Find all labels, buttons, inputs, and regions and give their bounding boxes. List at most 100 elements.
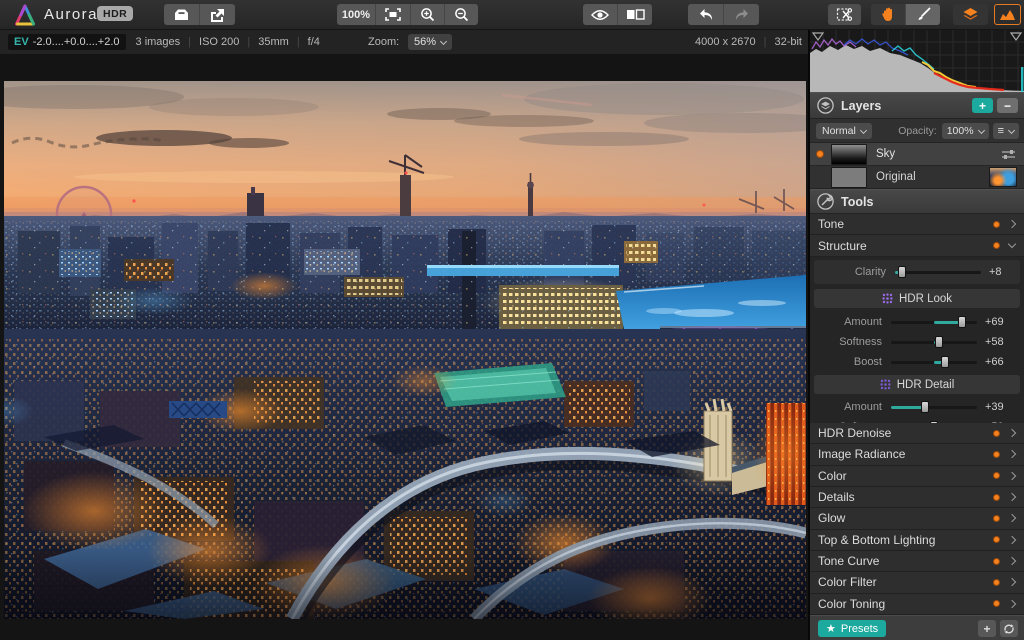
remove-layer-button[interactable]: − bbox=[997, 98, 1018, 113]
hand-tool-button[interactable] bbox=[871, 4, 906, 25]
hdr-look-amount-row: Amount +69 bbox=[810, 312, 1024, 332]
london-cityscape-photo bbox=[4, 81, 806, 619]
hdr-look-header[interactable]: HDR Look bbox=[814, 289, 1020, 308]
layer-adjust-sliders-icon[interactable] bbox=[1001, 149, 1016, 160]
tool-section-color-filter[interactable]: Color Filter bbox=[810, 572, 1024, 593]
original-photo-thumbnail bbox=[989, 167, 1017, 187]
slider-value: +8 bbox=[989, 266, 1015, 278]
hdr-look-boost-row: Boost +66 bbox=[810, 352, 1024, 372]
enabled-dot-icon[interactable] bbox=[993, 558, 1000, 565]
enabled-dot-icon[interactable] bbox=[993, 242, 1000, 249]
tool-sections-list: HDR Denoise Image Radiance Color Details… bbox=[810, 423, 1024, 615]
tool-section-top-bottom-lighting[interactable]: Top & Bottom Lighting bbox=[810, 530, 1024, 551]
histogram-panel[interactable] bbox=[810, 29, 1024, 93]
enabled-dot-icon[interactable] bbox=[993, 221, 1000, 228]
zoom-in-button[interactable] bbox=[411, 4, 445, 25]
tool-section-image-radiance[interactable]: Image Radiance bbox=[810, 444, 1024, 465]
image-dimensions: 4000 x 2670 bbox=[695, 36, 756, 48]
enabled-dot-icon[interactable] bbox=[993, 536, 1000, 543]
blend-mode-select[interactable]: Normal bbox=[816, 123, 872, 139]
tool-section-details[interactable]: Details bbox=[810, 487, 1024, 508]
crop-button[interactable] bbox=[828, 4, 861, 25]
tool-section-label: Tone bbox=[818, 217, 993, 231]
export-button[interactable] bbox=[200, 4, 235, 25]
presets-button[interactable]: ★ Presets bbox=[818, 620, 886, 637]
tools-panel-icon bbox=[817, 193, 834, 210]
layer-row-sky[interactable]: Sky bbox=[810, 143, 1024, 166]
softness-slider-track[interactable] bbox=[891, 341, 977, 344]
ev-range: -2.0....+0.0....+2.0 bbox=[33, 36, 120, 48]
tool-section-structure[interactable]: Structure bbox=[810, 235, 1024, 257]
zoom-out-button[interactable] bbox=[445, 4, 478, 25]
blend-mode-value: Normal bbox=[822, 125, 856, 137]
opacity-select[interactable]: 100% bbox=[942, 123, 989, 139]
enabled-dot-icon[interactable] bbox=[993, 451, 1000, 458]
image-info-bar: EV -2.0....+0.0....+2.0 3 images | ISO 2… bbox=[0, 29, 808, 55]
view-button-group bbox=[583, 4, 652, 25]
amount-slider-handle[interactable] bbox=[958, 316, 966, 328]
zoom-select[interactable]: 56% bbox=[408, 34, 452, 50]
tools-header: Tools bbox=[810, 189, 1024, 214]
tool-section-hdr-denoise[interactable]: HDR Denoise bbox=[810, 423, 1024, 444]
open-button[interactable] bbox=[164, 4, 200, 25]
layers-panel-icon bbox=[817, 97, 834, 114]
amount-slider-handle[interactable] bbox=[921, 401, 929, 413]
refresh-presets-button[interactable] bbox=[1000, 620, 1018, 637]
clarity-slider-handle[interactable] bbox=[898, 266, 906, 278]
layers-toggle-button[interactable] bbox=[953, 4, 988, 25]
separator: | bbox=[247, 36, 250, 48]
zoom-100-button[interactable]: 100% bbox=[337, 4, 376, 25]
photo-canvas[interactable] bbox=[4, 81, 806, 619]
preview-eye-button[interactable] bbox=[583, 4, 618, 25]
add-layer-button[interactable]: + bbox=[972, 98, 993, 113]
tool-section-color-toning[interactable]: Color Toning bbox=[810, 594, 1024, 615]
brush-tool-button[interactable] bbox=[906, 4, 940, 25]
add-preset-button[interactable]: + bbox=[978, 620, 996, 637]
enabled-dot-icon[interactable] bbox=[993, 600, 1000, 607]
layer-row-original[interactable]: Original bbox=[810, 166, 1024, 189]
hdr-detail-title: HDR Detail bbox=[897, 379, 955, 391]
redo-button[interactable] bbox=[724, 4, 759, 25]
hdr-detail-header[interactable]: HDR Detail bbox=[814, 375, 1020, 394]
aurora-logo-icon bbox=[12, 4, 38, 31]
slider-label: Amount bbox=[810, 401, 882, 413]
image-meta: 4000 x 2670 | 32-bit bbox=[695, 36, 802, 48]
hdr-detail-icon bbox=[880, 379, 891, 390]
enabled-dot-icon[interactable] bbox=[993, 494, 1000, 501]
chevron-right-icon bbox=[1008, 514, 1016, 522]
chevron-down-icon bbox=[860, 127, 867, 134]
chevron-right-icon bbox=[1008, 220, 1016, 228]
tool-section-label: Details bbox=[818, 490, 993, 504]
aperture: f/4 bbox=[308, 36, 320, 48]
clarity-slider-track[interactable] bbox=[895, 271, 981, 274]
tool-section-label: Color Filter bbox=[818, 575, 993, 589]
open-tray-icon bbox=[173, 8, 190, 22]
boost-slider-handle[interactable] bbox=[941, 356, 949, 368]
layer-thumbnail-sky bbox=[831, 144, 867, 165]
layer-menu-button[interactable]: ≡ bbox=[993, 123, 1019, 139]
layer-visibility-icon[interactable] bbox=[816, 150, 824, 158]
compare-button[interactable] bbox=[618, 4, 652, 25]
ev-bracketing-badge[interactable]: EV -2.0....+0.0....+2.0 bbox=[8, 34, 126, 50]
softness-slider-handle[interactable] bbox=[935, 336, 943, 348]
tool-section-tone-curve[interactable]: Tone Curve bbox=[810, 551, 1024, 572]
hamburger-icon: ≡ bbox=[998, 125, 1004, 137]
undo-button[interactable] bbox=[688, 4, 724, 25]
zoom-label: Zoom: bbox=[368, 36, 399, 48]
histogram-toggle-button[interactable] bbox=[994, 4, 1021, 25]
amount-slider-track[interactable] bbox=[891, 321, 977, 324]
histogram-plot bbox=[810, 29, 1024, 92]
tool-section-glow[interactable]: Glow bbox=[810, 508, 1024, 529]
tool-section-color[interactable]: Color bbox=[810, 466, 1024, 487]
enabled-dot-icon[interactable] bbox=[993, 472, 1000, 479]
enabled-dot-icon[interactable] bbox=[993, 579, 1000, 586]
amount-slider-track[interactable] bbox=[891, 406, 977, 409]
chevron-right-icon bbox=[1008, 493, 1016, 501]
app-title: Aurora bbox=[44, 6, 98, 23]
app-badge: HDR bbox=[97, 6, 133, 21]
boost-slider-track[interactable] bbox=[891, 361, 977, 364]
fit-screen-button[interactable] bbox=[376, 4, 411, 25]
enabled-dot-icon[interactable] bbox=[993, 430, 1000, 437]
enabled-dot-icon[interactable] bbox=[993, 515, 1000, 522]
tool-section-tone[interactable]: Tone bbox=[810, 214, 1024, 235]
